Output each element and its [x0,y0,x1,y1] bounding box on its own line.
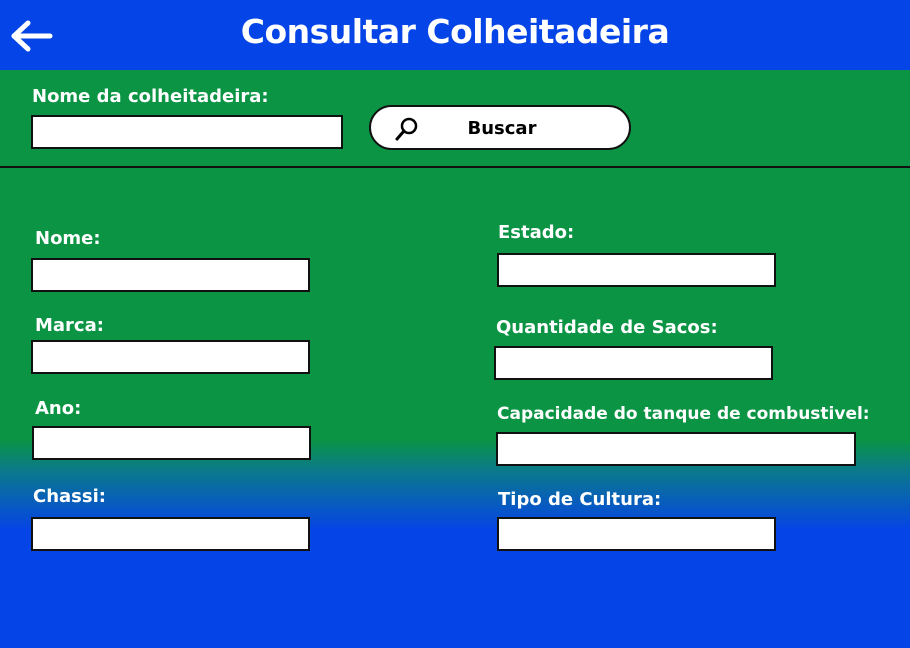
tipo-cultura-field[interactable] [497,517,776,551]
quantidade-sacos-label: Quantidade de Sacos: [496,317,718,338]
tipo-cultura-label: Tipo de Cultura: [498,489,662,510]
estado-label: Estado: [498,222,575,243]
marca-field[interactable] [31,340,310,374]
nome-label: Nome: [35,228,101,249]
search-input[interactable] [31,115,343,149]
capacidade-tanque-label: Capacidade do tanque de combustivel: [497,404,870,424]
header-bar: Consultar Colheitadeira [0,0,910,70]
quantidade-sacos-field[interactable] [494,346,773,380]
ano-field[interactable] [32,426,311,460]
buscar-button-label: Buscar [467,118,537,139]
marca-label: Marca: [35,315,104,336]
search-label: Nome da colheitadeira: [32,86,269,107]
chassi-field[interactable] [31,517,310,551]
page-title: Consultar Colheitadeira [240,12,670,51]
buscar-button[interactable]: Buscar [369,105,631,150]
capacidade-tanque-field[interactable] [496,432,856,466]
nome-field[interactable] [31,258,310,292]
chassi-label: Chassi: [33,486,106,507]
estado-field[interactable] [497,253,776,287]
ano-label: Ano: [35,398,82,419]
